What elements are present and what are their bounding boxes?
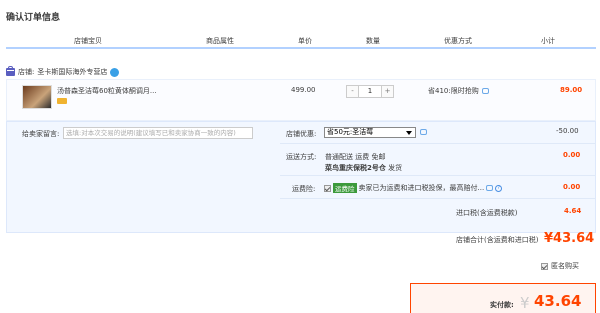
payment-label: 实付款: <box>490 301 514 309</box>
divider <box>280 175 596 176</box>
guarantee-badge-icon <box>57 98 67 104</box>
coupon-label: 店铺优惠: <box>286 130 317 138</box>
shipping-method: 普通配送 运费 免邮 <box>325 153 386 161</box>
insurance-comment-icon[interactable] <box>486 185 494 191</box>
import-tax-label: 进口税(含运费税款) <box>456 209 518 217</box>
insurance-checkbox[interactable] <box>324 184 331 192</box>
insurance-tag: 运费险 <box>333 183 357 193</box>
payment-currency: ¥ <box>520 294 530 312</box>
store-label: 店铺: <box>18 68 35 76</box>
coupon-select[interactable]: 省50元:圣洁莓 <box>324 127 416 138</box>
store-total-label: 店铺合计(含运费和进口税) <box>456 236 539 244</box>
promo-text: 省410:限时抢购 <box>428 87 479 95</box>
item-subtotal: 89.00 <box>560 86 583 94</box>
col-header-store-item: 店铺宝贝 <box>74 37 102 45</box>
col-header-quantity: 数量 <box>366 37 380 45</box>
message-label: 给卖家留言: <box>22 130 60 138</box>
anonymous-label: 匿名购买 <box>551 262 579 270</box>
divider <box>280 143 596 144</box>
table-header: 店铺宝贝 商品属性 单价 数量 优惠方式 小计 <box>6 33 596 49</box>
shipping-label: 运送方式: <box>286 153 317 161</box>
import-tax-amount: 4.64 <box>564 207 582 215</box>
quantity-stepper[interactable]: - 1 + <box>346 85 394 98</box>
payment-amount: 43.64 <box>534 292 582 310</box>
help-icon[interactable]: ? <box>495 184 503 192</box>
warehouse-name: 菜鸟重庆保税2号仓 <box>325 164 386 172</box>
chat-icon[interactable] <box>110 67 120 77</box>
coupon-comment-icon[interactable] <box>420 129 427 135</box>
insurance-info: 运费险 卖家已为运费和进口税投保，最高赔付... ? <box>324 183 503 193</box>
decrease-button[interactable]: - <box>347 86 358 97</box>
store-total-amount: ¥43.64 <box>544 231 595 246</box>
ship-suffix: 发货 <box>388 164 403 172</box>
insurance-label: 运费险: <box>292 185 316 193</box>
shipping-origin: 菜鸟重庆保税2号仓 发货 <box>325 163 402 173</box>
col-header-discount: 优惠方式 <box>444 37 472 45</box>
col-header-attributes: 商品属性 <box>206 37 234 45</box>
anonymous-purchase[interactable]: 匿名购买 <box>541 261 579 271</box>
page-title: 确认订单信息 <box>6 13 61 23</box>
divider <box>280 198 596 199</box>
store-icon <box>6 66 15 76</box>
shipping-amount: 0.00 <box>563 151 581 159</box>
product-name-link[interactable]: 汤普森圣洁莓60粒黄体酮调月... <box>57 86 157 96</box>
insurance-amount: 0.00 <box>563 183 581 191</box>
store-name-link[interactable]: 圣卡斯国际海外专营店 <box>37 67 107 77</box>
insurance-text: 卖家已为运费和进口税投保，最高赔付... <box>358 184 485 192</box>
seller-message-input[interactable]: 选填:对本次交易的说明(建议填写已和卖家协商一致的内容) <box>63 127 253 139</box>
chevron-down-icon <box>406 131 412 135</box>
store-row: 店铺: 圣卡斯国际海外专营店 <box>6 66 120 78</box>
product-thumbnail[interactable] <box>22 85 52 109</box>
coupon-amount: -50.00 <box>556 127 579 135</box>
promo-info: 省410:限时抢购 <box>428 86 489 96</box>
increase-button[interactable]: + <box>382 86 393 97</box>
col-header-subtotal: 小计 <box>541 37 555 45</box>
quantity-input[interactable]: 1 <box>358 86 382 97</box>
comment-icon[interactable] <box>481 88 489 94</box>
unit-price: 499.00 <box>291 86 316 94</box>
coupon-selected-value: 省50元:圣洁莓 <box>327 128 374 136</box>
col-header-price: 单价 <box>298 37 312 45</box>
anonymous-checkbox[interactable] <box>541 262 548 270</box>
